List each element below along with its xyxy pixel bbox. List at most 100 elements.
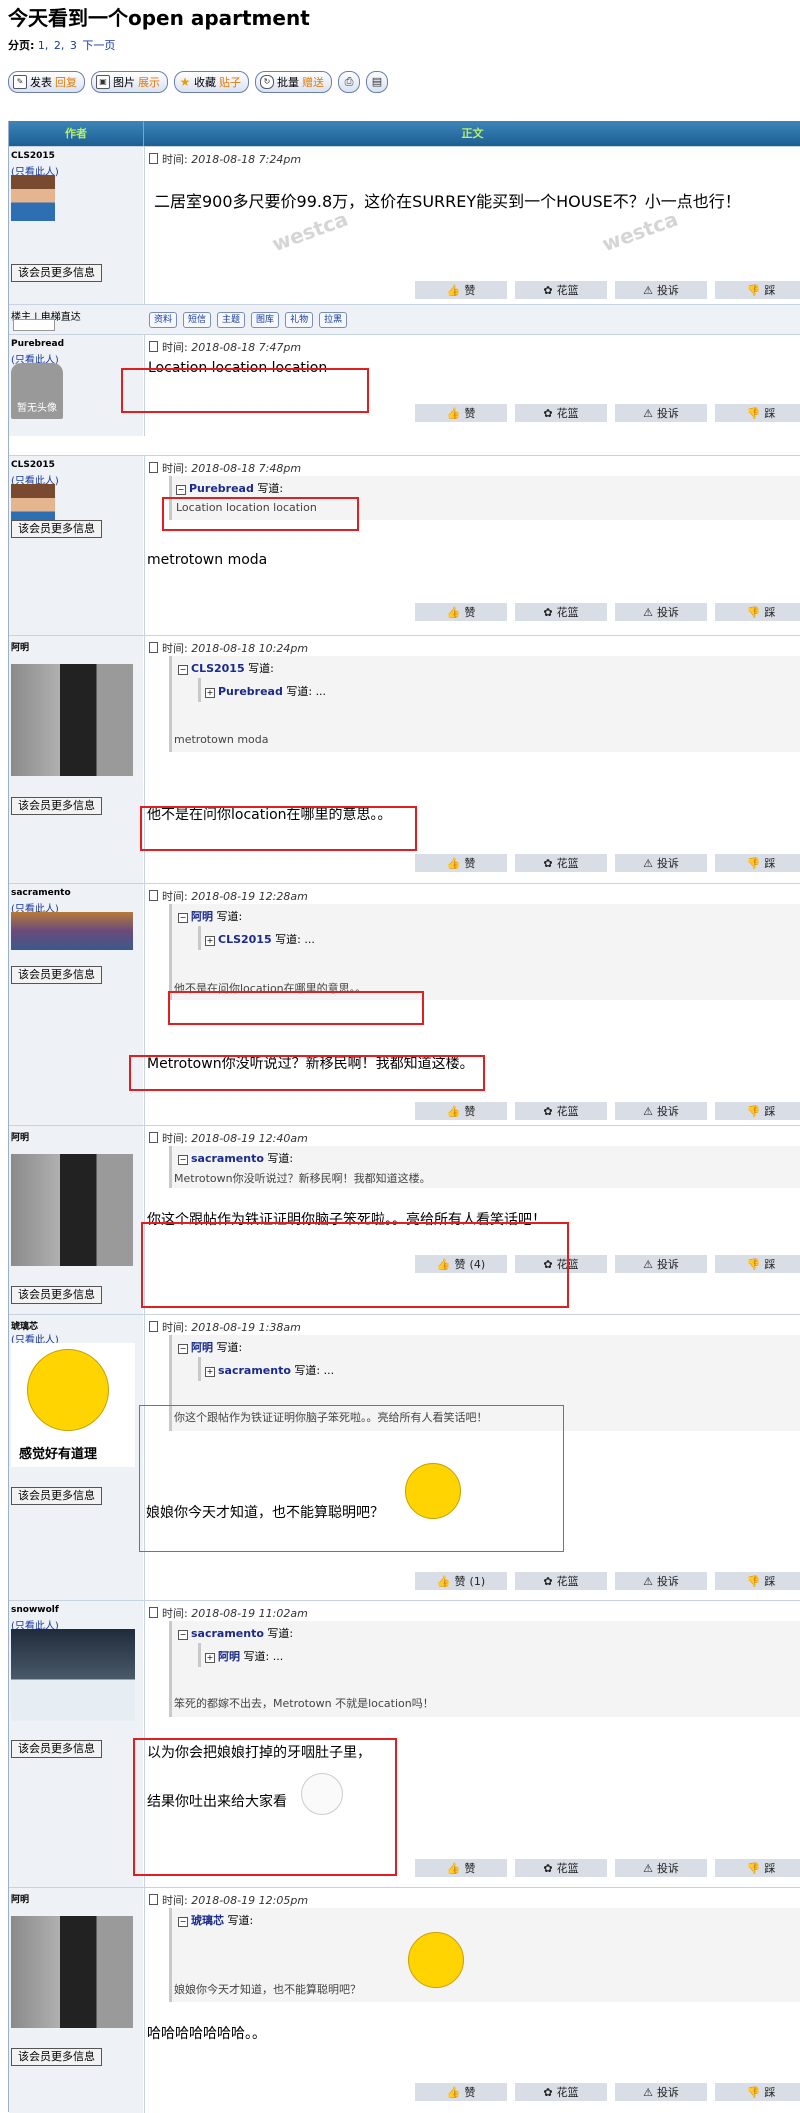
- favorite-button[interactable]: ★ 收藏 贴子: [174, 71, 249, 93]
- collapse-icon[interactable]: −: [178, 913, 188, 923]
- flower-button[interactable]: ✿ 花篮: [515, 1859, 607, 1877]
- post-time: 时间: 2018-08-18 10:24pm: [149, 640, 308, 656]
- avatar: [11, 664, 133, 776]
- post-author[interactable]: CLS2015: [11, 151, 55, 161]
- post-author[interactable]: 阿明: [11, 1130, 29, 1143]
- like-button[interactable]: 👍 赞: [415, 854, 507, 872]
- report-button[interactable]: ⚠ 投诉: [615, 281, 707, 299]
- nested-quote: + CLS2015 写道: ...: [198, 926, 800, 950]
- quote-block: − CLS2015 写道: + Purebread 写道: ... metrotow…: [169, 656, 800, 752]
- post-author[interactable]: 阿明: [11, 640, 29, 653]
- expand-icon[interactable]: +: [205, 1653, 215, 1663]
- member-info-button[interactable]: 该会员更多信息: [11, 520, 102, 538]
- profile-link[interactable]: 资料: [149, 312, 178, 328]
- post-text: 哈哈哈哈哈哈哈。。: [147, 2026, 266, 2042]
- report-button[interactable]: ⚠ 投诉: [615, 404, 707, 422]
- member-info-button[interactable]: 该会员更多信息: [11, 1286, 102, 1304]
- collapse-icon[interactable]: −: [178, 1630, 188, 1640]
- topics-link[interactable]: 主题: [217, 312, 246, 328]
- report-button[interactable]: ⚠ 投诉: [615, 1255, 707, 1273]
- flower-button[interactable]: ✿ 花篮: [515, 1102, 607, 1120]
- nested-quote-header: + 阿明 写道: ...: [205, 1650, 284, 1663]
- block-link[interactable]: 拉黑: [319, 312, 348, 328]
- post-reply-button[interactable]: ✎ 发表 回复: [8, 71, 85, 93]
- report-button[interactable]: ⚠ 投诉: [615, 1859, 707, 1877]
- like-button[interactable]: 👍 赞: [415, 603, 507, 621]
- report-button[interactable]: ⚠ 投诉: [615, 1572, 707, 1590]
- next-page-link[interactable]: 下一页: [82, 39, 115, 52]
- thumb-down-icon: 👎: [746, 283, 761, 297]
- jump-floor-input[interactable]: [13, 319, 55, 331]
- page-link-2[interactable]: 2,: [54, 39, 65, 52]
- expand-icon[interactable]: +: [205, 1367, 215, 1377]
- member-info-button[interactable]: 该会员更多信息: [11, 1740, 102, 1758]
- expand-icon[interactable]: +: [205, 936, 215, 946]
- message-link[interactable]: 短信: [183, 312, 212, 328]
- tread-button[interactable]: 👎 踩: [715, 404, 800, 422]
- post-author[interactable]: sacramento: [11, 888, 71, 898]
- member-info-button[interactable]: 该会员更多信息: [11, 797, 102, 815]
- image-icon: ▣: [96, 75, 110, 89]
- member-info-button[interactable]: 该会员更多信息: [11, 1487, 102, 1505]
- document-icon: [149, 642, 158, 653]
- print-icon[interactable]: ⎙: [338, 71, 360, 93]
- like-button[interactable]: 👍 赞: [415, 404, 507, 422]
- tread-button[interactable]: 👎 踩: [715, 1572, 800, 1590]
- flower-icon: ✿: [543, 1861, 553, 1875]
- image-show-button[interactable]: ▣ 图片 展示: [91, 71, 168, 93]
- member-info-button[interactable]: 该会员更多信息: [11, 2048, 102, 2066]
- warning-icon: ⚠: [643, 1257, 653, 1271]
- collapse-icon[interactable]: −: [178, 665, 188, 675]
- post-author[interactable]: snowwolf: [11, 1605, 59, 1615]
- tread-button[interactable]: 👎 踩: [715, 2083, 800, 2101]
- flower-button[interactable]: ✿ 花篮: [515, 1572, 607, 1590]
- collapse-icon[interactable]: −: [178, 1344, 188, 1354]
- tread-button[interactable]: 👎 踩: [715, 603, 800, 621]
- member-info-button[interactable]: 该会员更多信息: [11, 264, 102, 282]
- tread-button[interactable]: 👎 踩: [715, 854, 800, 872]
- report-button[interactable]: ⚠ 投诉: [615, 1102, 707, 1120]
- like-button[interactable]: 👍 赞: [415, 281, 507, 299]
- flower-button[interactable]: ✿ 花篮: [515, 854, 607, 872]
- tread-button[interactable]: 👎 踩: [715, 1859, 800, 1877]
- tread-button[interactable]: 👎 踩: [715, 1102, 800, 1120]
- tread-button[interactable]: 👎 踩: [715, 1255, 800, 1273]
- collapse-icon[interactable]: −: [178, 1155, 188, 1165]
- batch-gift-button[interactable]: ↻ 批量 赠送: [255, 71, 332, 93]
- thumb-down-icon: 👎: [746, 2085, 761, 2099]
- document-icon: [149, 462, 158, 473]
- document-icon: [149, 1607, 158, 1618]
- page-link-3[interactable]: 3: [70, 39, 77, 52]
- flower-button[interactable]: ✿ 花篮: [515, 404, 607, 422]
- member-info-button[interactable]: 该会员更多信息: [11, 966, 102, 984]
- document-icon[interactable]: ▤: [366, 71, 388, 93]
- post-time: 时间: 2018-08-19 12:28am: [149, 888, 308, 904]
- post-time: 时间: 2018-08-19 11:02am: [149, 1605, 308, 1621]
- post-author[interactable]: Purebread: [11, 339, 64, 349]
- flower-icon: ✿: [543, 283, 553, 297]
- flower-button[interactable]: ✿ 花篮: [515, 603, 607, 621]
- report-button[interactable]: ⚠ 投诉: [615, 603, 707, 621]
- like-button[interactable]: 👍 赞 (1): [415, 1572, 507, 1590]
- like-button[interactable]: 👍 赞: [415, 1859, 507, 1877]
- like-button[interactable]: 👍 赞: [415, 1102, 507, 1120]
- default-avatar: 暂无头像: [11, 363, 63, 419]
- flower-button[interactable]: ✿ 花篮: [515, 281, 607, 299]
- collapse-icon[interactable]: −: [178, 1917, 188, 1927]
- report-button[interactable]: ⚠ 投诉: [615, 854, 707, 872]
- expand-icon[interactable]: +: [205, 688, 215, 698]
- tread-button[interactable]: 👎 踩: [715, 281, 800, 299]
- post-actions: 👍 赞 ✿ 花篮 ⚠ 投诉 👎 踩: [415, 1859, 800, 1877]
- gift-link[interactable]: 礼物: [285, 312, 314, 328]
- flower-button[interactable]: ✿ 花篮: [515, 2083, 607, 2101]
- post-author[interactable]: 阿明: [11, 1892, 29, 1905]
- gallery-link[interactable]: 图库: [251, 312, 280, 328]
- like-button[interactable]: 👍 赞: [415, 2083, 507, 2101]
- post-author[interactable]: CLS2015: [11, 460, 55, 470]
- collapse-icon[interactable]: −: [176, 485, 186, 495]
- report-button[interactable]: ⚠ 投诉: [615, 2083, 707, 2101]
- document-icon: [149, 341, 158, 352]
- quote-text: Metrotown你没听说过？新移民啊！我都知道这楼。: [174, 1172, 431, 1185]
- document-icon: [149, 153, 158, 164]
- page-link-1[interactable]: 1,: [38, 39, 49, 52]
